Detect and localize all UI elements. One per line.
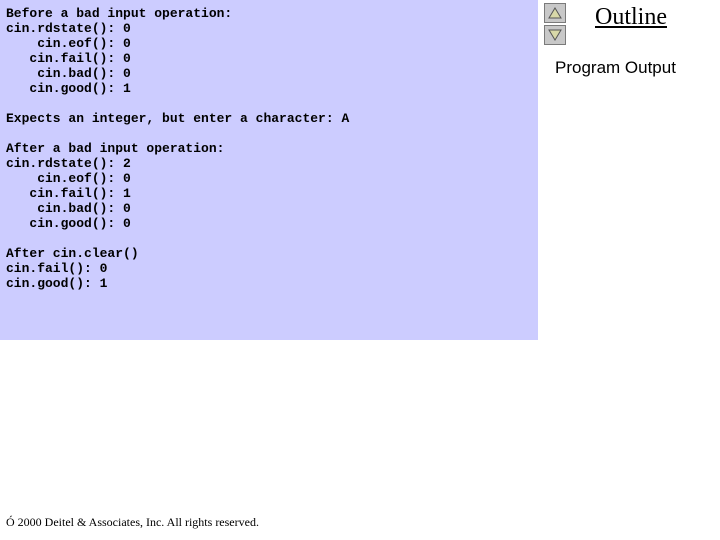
- nav-next-button[interactable]: [544, 25, 566, 45]
- copyright-footer: Ó2000 Deitel & Associates, Inc. All righ…: [6, 515, 259, 530]
- triangle-up-icon: [548, 7, 562, 19]
- program-output-panel: Before a bad input operation: cin.rdstat…: [0, 0, 538, 340]
- section-label: Program Output: [555, 58, 676, 78]
- program-output-text: Before a bad input operation: cin.rdstat…: [6, 6, 532, 291]
- outline-title[interactable]: Outline: [595, 4, 667, 31]
- triangle-down-icon: [548, 29, 562, 41]
- copyright-symbol: Ó: [6, 515, 15, 529]
- nav-prev-button[interactable]: [544, 3, 566, 23]
- nav-button-group: [544, 3, 566, 45]
- copyright-text: 2000 Deitel & Associates, Inc. All right…: [18, 515, 259, 529]
